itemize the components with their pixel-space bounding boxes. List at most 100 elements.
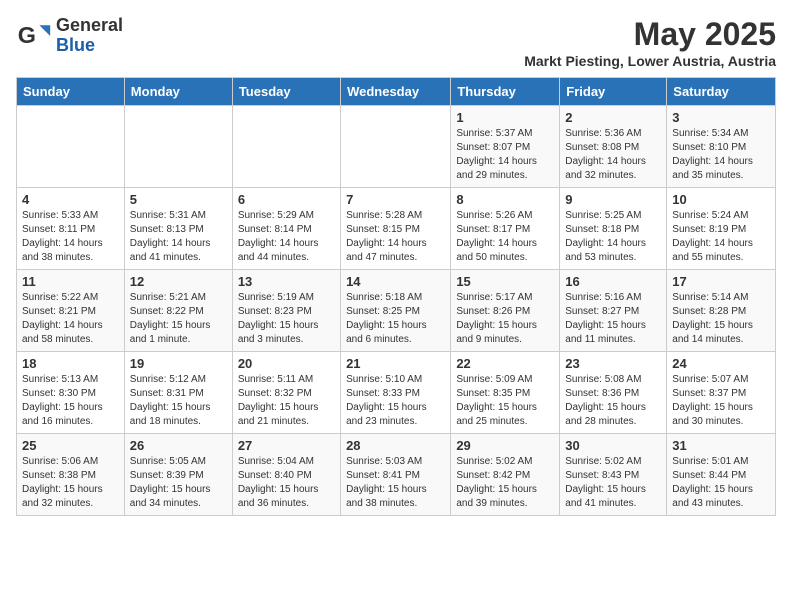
day-info: Sunrise: 5:28 AM Sunset: 8:15 PM Dayligh… — [346, 209, 445, 265]
logo-blue: Blue — [56, 36, 123, 56]
weekday-monday: Monday — [124, 78, 232, 106]
svg-text:G: G — [18, 22, 36, 48]
day-number: 19 — [130, 356, 227, 371]
day-info: Sunrise: 5:04 AM Sunset: 8:40 PM Dayligh… — [238, 455, 335, 511]
day-info: Sunrise: 5:01 AM Sunset: 8:44 PM Dayligh… — [672, 455, 770, 511]
day-info: Sunrise: 5:11 AM Sunset: 8:32 PM Dayligh… — [238, 373, 335, 429]
calendar-cell: 7 Sunrise: 5:28 AM Sunset: 8:15 PM Daylig… — [341, 188, 451, 270]
day-number: 15 — [456, 274, 554, 289]
day-info: Sunrise: 5:31 AM Sunset: 8:13 PM Dayligh… — [130, 209, 227, 265]
calendar-cell: 31Sunrise: 5:01 AM Sunset: 8:44 PM Dayli… — [667, 434, 776, 516]
month-year: May 2025 — [524, 16, 776, 53]
day-info: Sunrise: 5:18 AM Sunset: 8:25 PM Dayligh… — [346, 291, 445, 347]
calendar-cell: 30 Sunrise: 5:02 AM Sunset: 8:43 PM Dayli… — [560, 434, 667, 516]
calendar-cell: 22Sunrise: 5:09 AM Sunset: 8:35 PM Dayli… — [451, 352, 560, 434]
day-number: 16 — [565, 274, 661, 289]
calendar-cell: 19 Sunrise: 5:12 AM Sunset: 8:31 PM Dayli… — [124, 352, 232, 434]
calendar-cell: 28 Sunrise: 5:03 AM Sunset: 8:41 PM Dayli… — [341, 434, 451, 516]
day-number: 27 — [238, 438, 335, 453]
day-number: 21 — [346, 356, 445, 371]
logo: G General Blue — [16, 16, 123, 56]
calendar-cell: 8 Sunrise: 5:26 AM Sunset: 8:17 PM Daylig… — [451, 188, 560, 270]
calendar-cell: 11 Sunrise: 5:22 AM Sunset: 8:21 PM Dayli… — [17, 270, 125, 352]
day-info: Sunrise: 5:06 AM Sunset: 8:38 PM Dayligh… — [22, 455, 119, 511]
calendar-cell: 9Sunrise: 5:25 AM Sunset: 8:18 PM Daylig… — [560, 188, 667, 270]
day-info: Sunrise: 5:14 AM Sunset: 8:28 PM Dayligh… — [672, 291, 770, 347]
calendar-cell: 16 Sunrise: 5:16 AM Sunset: 8:27 PM Dayli… — [560, 270, 667, 352]
day-info: Sunrise: 5:05 AM Sunset: 8:39 PM Dayligh… — [130, 455, 227, 511]
calendar-cell: 21 Sunrise: 5:10 AM Sunset: 8:33 PM Dayli… — [341, 352, 451, 434]
calendar-cell: 20 Sunrise: 5:11 AM Sunset: 8:32 PM Dayli… — [232, 352, 340, 434]
day-info: Sunrise: 5:21 AM Sunset: 8:22 PM Dayligh… — [130, 291, 227, 347]
day-info: Sunrise: 5:33 AM Sunset: 8:11 PM Dayligh… — [22, 209, 119, 265]
day-number: 17 — [672, 274, 770, 289]
calendar-cell: 3Sunrise: 5:34 AM Sunset: 8:10 PM Daylig… — [667, 106, 776, 188]
day-info: Sunrise: 5:25 AM Sunset: 8:18 PM Dayligh… — [565, 209, 661, 265]
calendar-cell — [232, 106, 340, 188]
day-info: Sunrise: 5:07 AM Sunset: 8:37 PM Dayligh… — [672, 373, 770, 429]
day-info: Sunrise: 5:02 AM Sunset: 8:42 PM Dayligh… — [456, 455, 554, 511]
day-info: Sunrise: 5:08 AM Sunset: 8:36 PM Dayligh… — [565, 373, 661, 429]
weekday-friday: Friday — [560, 78, 667, 106]
day-number: 26 — [130, 438, 227, 453]
day-info: Sunrise: 5:24 AM Sunset: 8:19 PM Dayligh… — [672, 209, 770, 265]
day-number: 2 — [565, 110, 661, 125]
week-row-0: 1Sunrise: 5:37 AM Sunset: 8:07 PM Daylig… — [17, 106, 776, 188]
day-number: 7 — [346, 192, 445, 207]
week-row-2: 11 Sunrise: 5:22 AM Sunset: 8:21 PM Dayli… — [17, 270, 776, 352]
day-info: Sunrise: 5:29 AM Sunset: 8:14 PM Dayligh… — [238, 209, 335, 265]
day-number: 28 — [346, 438, 445, 453]
location: Markt Piesting, Lower Austria, Austria — [524, 53, 776, 69]
day-info: Sunrise: 5:02 AM Sunset: 8:43 PM Dayligh… — [565, 455, 661, 511]
day-number: 14 — [346, 274, 445, 289]
day-info: Sunrise: 5:03 AM Sunset: 8:41 PM Dayligh… — [346, 455, 445, 511]
day-number: 24 — [672, 356, 770, 371]
day-info: Sunrise: 5:13 AM Sunset: 8:30 PM Dayligh… — [22, 373, 119, 429]
calendar-cell: 18Sunrise: 5:13 AM Sunset: 8:30 PM Dayli… — [17, 352, 125, 434]
weekday-row: SundayMondayTuesdayWednesdayThursdayFrid… — [17, 78, 776, 106]
calendar-cell — [17, 106, 125, 188]
calendar-cell: 13Sunrise: 5:19 AM Sunset: 8:23 PM Dayli… — [232, 270, 340, 352]
day-number: 6 — [238, 192, 335, 207]
logo-icon: G — [16, 18, 52, 54]
week-row-4: 25 Sunrise: 5:06 AM Sunset: 8:38 PM Dayli… — [17, 434, 776, 516]
day-info: Sunrise: 5:26 AM Sunset: 8:17 PM Dayligh… — [456, 209, 554, 265]
weekday-tuesday: Tuesday — [232, 78, 340, 106]
calendar-table: SundayMondayTuesdayWednesdayThursdayFrid… — [16, 77, 776, 516]
calendar-cell — [341, 106, 451, 188]
day-number: 25 — [22, 438, 119, 453]
calendar-cell: 12 Sunrise: 5:21 AM Sunset: 8:22 PM Dayli… — [124, 270, 232, 352]
calendar-cell: 4Sunrise: 5:33 AM Sunset: 8:11 PM Daylig… — [17, 188, 125, 270]
day-info: Sunrise: 5:22 AM Sunset: 8:21 PM Dayligh… — [22, 291, 119, 347]
day-info: Sunrise: 5:37 AM Sunset: 8:07 PM Dayligh… — [456, 127, 554, 183]
day-info: Sunrise: 5:12 AM Sunset: 8:31 PM Dayligh… — [130, 373, 227, 429]
calendar-cell: 14 Sunrise: 5:18 AM Sunset: 8:25 PM Dayli… — [341, 270, 451, 352]
day-info: Sunrise: 5:36 AM Sunset: 8:08 PM Dayligh… — [565, 127, 661, 183]
calendar-cell — [124, 106, 232, 188]
day-number: 10 — [672, 192, 770, 207]
day-info: Sunrise: 5:34 AM Sunset: 8:10 PM Dayligh… — [672, 127, 770, 183]
day-number: 11 — [22, 274, 119, 289]
calendar-cell: 5 Sunrise: 5:31 AM Sunset: 8:13 PM Daylig… — [124, 188, 232, 270]
weekday-thursday: Thursday — [451, 78, 560, 106]
day-number: 5 — [130, 192, 227, 207]
calendar-cell: 2 Sunrise: 5:36 AM Sunset: 8:08 PM Daylig… — [560, 106, 667, 188]
day-info: Sunrise: 5:10 AM Sunset: 8:33 PM Dayligh… — [346, 373, 445, 429]
logo-general: General — [56, 16, 123, 36]
weekday-wednesday: Wednesday — [341, 78, 451, 106]
day-number: 20 — [238, 356, 335, 371]
day-info: Sunrise: 5:09 AM Sunset: 8:35 PM Dayligh… — [456, 373, 554, 429]
page-header: G General Blue May 2025 Markt Piesting, … — [16, 16, 776, 69]
calendar-header: SundayMondayTuesdayWednesdayThursdayFrid… — [17, 78, 776, 106]
day-number: 13 — [238, 274, 335, 289]
calendar-cell: 29Sunrise: 5:02 AM Sunset: 8:42 PM Dayli… — [451, 434, 560, 516]
weekday-sunday: Sunday — [17, 78, 125, 106]
calendar-cell: 17 Sunrise: 5:14 AM Sunset: 8:28 PM Dayli… — [667, 270, 776, 352]
day-info: Sunrise: 5:17 AM Sunset: 8:26 PM Dayligh… — [456, 291, 554, 347]
day-number: 8 — [456, 192, 554, 207]
day-number: 12 — [130, 274, 227, 289]
calendar-cell: 1Sunrise: 5:37 AM Sunset: 8:07 PM Daylig… — [451, 106, 560, 188]
day-info: Sunrise: 5:16 AM Sunset: 8:27 PM Dayligh… — [565, 291, 661, 347]
week-row-1: 4Sunrise: 5:33 AM Sunset: 8:11 PM Daylig… — [17, 188, 776, 270]
day-number: 30 — [565, 438, 661, 453]
